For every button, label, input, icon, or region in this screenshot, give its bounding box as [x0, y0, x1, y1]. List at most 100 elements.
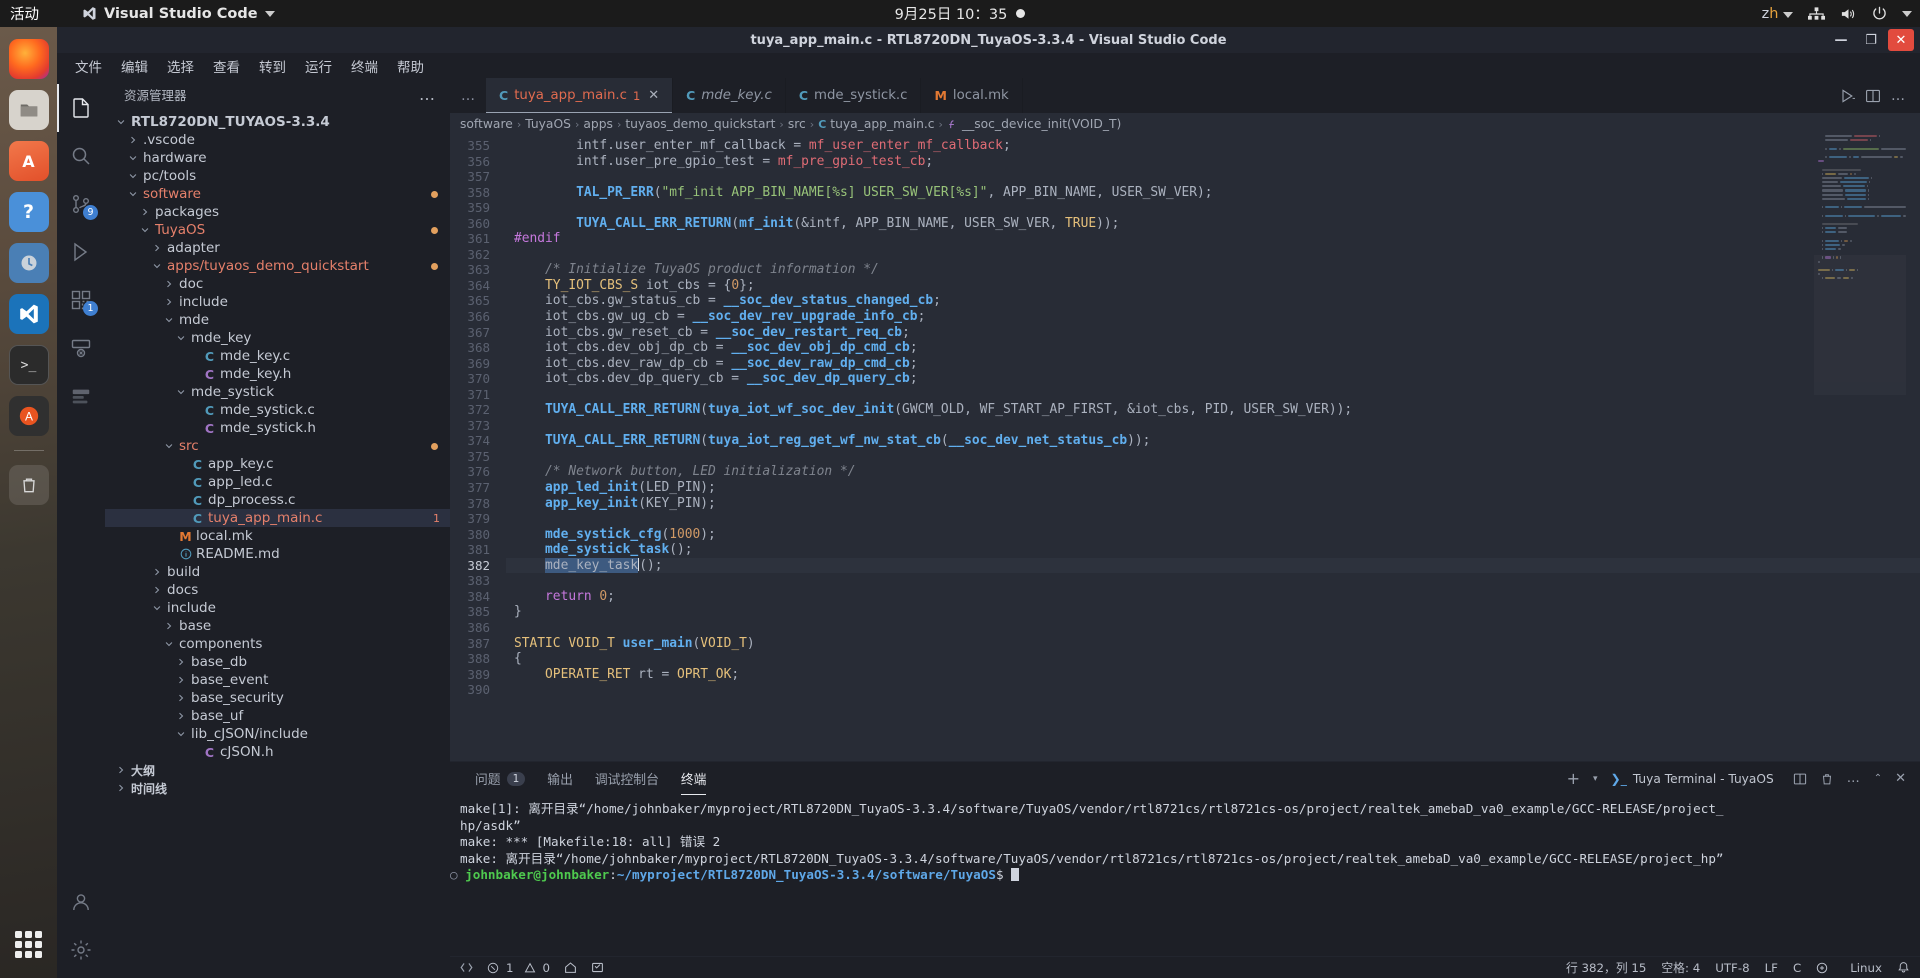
panel-tab-调试控制台[interactable]: 调试控制台: [584, 762, 670, 795]
panel-more-actions-icon[interactable]: …: [1847, 771, 1861, 786]
code-line[interactable]: #endif: [506, 231, 1920, 247]
activitybar-run-debug-icon[interactable]: [57, 228, 105, 276]
status-problems[interactable]: 1 0: [487, 961, 550, 975]
status-cursor-position[interactable]: 行 382，列 15: [1566, 959, 1646, 976]
tree-item[interactable]: Cdp_process.c: [105, 491, 450, 509]
code-line[interactable]: [506, 200, 1920, 216]
code-line[interactable]: iot_cbs.dev_obj_dp_cb = __soc_dev_obj_dp…: [506, 340, 1920, 356]
tree-item[interactable]: TuyaOS: [105, 221, 450, 239]
run-play-icon[interactable]: [1839, 88, 1855, 104]
app-menu-button[interactable]: Visual Studio Code: [82, 6, 275, 22]
maximize-button[interactable]: ❐: [1858, 29, 1884, 51]
code-line[interactable]: [506, 620, 1920, 636]
tree-item[interactable]: base_event: [105, 671, 450, 689]
code-line[interactable]: [506, 169, 1920, 185]
minimap[interactable]: [1814, 135, 1906, 761]
code-line[interactable]: mde_systick_cfg(1000);: [506, 527, 1920, 543]
help-icon[interactable]: ?: [8, 192, 49, 232]
software-updater-icon[interactable]: [8, 243, 49, 283]
tree-item[interactable]: Cmde_systick.h: [105, 419, 450, 437]
panel-tab-问题[interactable]: 问题 1: [464, 762, 536, 795]
activitybar-tuya-icon[interactable]: [57, 372, 105, 420]
network-icon[interactable]: [1808, 6, 1825, 21]
activitybar-account-icon[interactable]: [57, 878, 105, 926]
activitybar-explorer-icon[interactable]: [57, 84, 105, 132]
code-line[interactable]: TUYA_CALL_ERR_RETURN(tuya_iot_wf_soc_dev…: [506, 402, 1920, 418]
menu-转到[interactable]: 转到: [250, 54, 295, 78]
files-icon[interactable]: [8, 90, 49, 130]
editor-tab-local.mk[interactable]: Mlocal.mk: [921, 78, 1023, 113]
status-notifications-icon[interactable]: [1897, 961, 1910, 974]
code-line[interactable]: [506, 511, 1920, 527]
tree-item[interactable]: adapter: [105, 239, 450, 257]
tree-item[interactable]: include: [105, 293, 450, 311]
tree-item[interactable]: pc/tools: [105, 167, 450, 185]
code-line[interactable]: [506, 418, 1920, 434]
panel-tab-终端[interactable]: 终端: [670, 762, 718, 795]
power-icon[interactable]: [1872, 6, 1887, 21]
input-language-indicator[interactable]: zh: [1762, 6, 1793, 22]
code-line[interactable]: iot_cbs.gw_status_cb = __soc_dev_status_…: [506, 293, 1920, 309]
sidebar-section-大纲[interactable]: 大纲: [105, 761, 450, 779]
trash-icon[interactable]: [8, 465, 49, 505]
tree-item[interactable]: .vscode: [105, 131, 450, 149]
code-line[interactable]: OPERATE_RET rt = OPRT_OK;: [506, 667, 1920, 683]
status-remote-indicator[interactable]: [460, 961, 473, 974]
code-content[interactable]: intf.user_enter_mf_callback = mf_user_en…: [506, 135, 1920, 761]
tree-item[interactable]: Ctuya_app_main.c 1: [105, 509, 450, 527]
tab-close-icon[interactable]: ✕: [648, 88, 659, 103]
tree-item[interactable]: base: [105, 617, 450, 635]
code-line[interactable]: return 0;: [506, 589, 1920, 605]
code-line[interactable]: [506, 682, 1920, 698]
editor-tab-mde_key.c[interactable]: Cmde_key.c: [673, 78, 786, 113]
code-line[interactable]: intf.user_pre_gpio_test = mf_pre_gpio_te…: [506, 154, 1920, 170]
code-line[interactable]: [506, 573, 1920, 589]
code-line[interactable]: [506, 449, 1920, 465]
split-editor-icon[interactable]: [1865, 88, 1881, 104]
software-store-icon[interactable]: A: [8, 141, 49, 181]
code-line[interactable]: TUYA_CALL_ERR_RETURN(mf_init(&intf, APP_…: [506, 216, 1920, 232]
tree-item[interactable]: packages: [105, 203, 450, 221]
activitybar-remote-explorer-icon[interactable]: [57, 324, 105, 372]
status-tuya-status[interactable]: [1816, 962, 1835, 974]
menu-查看[interactable]: 查看: [204, 54, 249, 78]
code-line[interactable]: iot_cbs.gw_reset_cb = __soc_dev_restart_…: [506, 325, 1920, 341]
editor-vertical-scrollbar[interactable]: [1906, 135, 1920, 761]
system-menu-chevron-icon[interactable]: [1902, 10, 1912, 17]
show-apps-icon[interactable]: [9, 924, 49, 964]
code-line[interactable]: [506, 387, 1920, 403]
status-encoding[interactable]: UTF-8: [1715, 961, 1749, 975]
sidebar-section-时间线[interactable]: 时间线: [105, 779, 450, 797]
code-line[interactable]: TY_IOT_CBS_S iot_cbs = {0};: [506, 278, 1920, 294]
code-line[interactable]: STATIC VOID_T user_main(VOID_T): [506, 636, 1920, 652]
menu-帮助[interactable]: 帮助: [388, 54, 433, 78]
code-line[interactable]: mde_systick_task();: [506, 542, 1920, 558]
minimap-slider[interactable]: [1814, 255, 1906, 395]
breadcrumb-item[interactable]: src: [788, 117, 806, 131]
breadcrumb-item[interactable]: TuyaOS: [525, 117, 571, 131]
status-home-icon[interactable]: [564, 961, 577, 974]
breadcrumb-item[interactable]: apps: [583, 117, 613, 131]
split-terminal-icon[interactable]: [1793, 772, 1807, 786]
editor-tab-tuya_app_main.c[interactable]: Ctuya_app_main.c 1 ✕: [486, 78, 674, 113]
tree-item[interactable]: README.md: [105, 545, 450, 563]
breadcrumb-item[interactable]: __soc_device_init(VOID_T): [947, 117, 1121, 131]
activitybar-gear-icon[interactable]: [57, 926, 105, 974]
activities-button[interactable]: 活动: [10, 3, 39, 24]
tree-item[interactable]: lib_cJSON/include: [105, 725, 450, 743]
clock[interactable]: 9月25日 10：35: [0, 3, 1920, 24]
tree-item[interactable]: include: [105, 599, 450, 617]
firefox-icon[interactable]: [8, 39, 49, 79]
add-terminal-icon[interactable]: +: [1567, 769, 1580, 788]
tree-item[interactable]: RTL8720DN_TUYAOS-3.3.4: [105, 113, 450, 131]
breadcrumb-item[interactable]: tuyaos_demo_quickstart: [625, 117, 775, 131]
editor-more-actions-icon[interactable]: …: [1891, 88, 1906, 104]
terminal-selector[interactable]: ❯_ Tuya Terminal - TuyaOS: [1611, 772, 1780, 786]
code-line[interactable]: /* Network button, LED initialization */: [506, 464, 1920, 480]
ubuntu-advantage-icon[interactable]: A: [8, 396, 49, 436]
code-line[interactable]: TUYA_CALL_ERR_RETURN(tuya_iot_reg_get_wf…: [506, 433, 1920, 449]
tree-item[interactable]: doc: [105, 275, 450, 293]
tree-item[interactable]: base_security: [105, 689, 450, 707]
breadcrumb-item[interactable]: Ctuya_app_main.c: [818, 117, 934, 131]
terminal-dropdown-chevron-icon[interactable]: ▾: [1593, 774, 1598, 784]
